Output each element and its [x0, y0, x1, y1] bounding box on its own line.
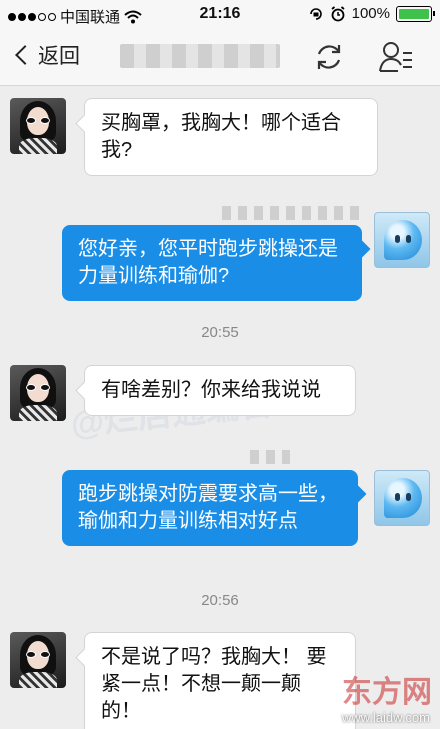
avatar-shop-assistant[interactable] [374, 470, 430, 526]
blurred-sender-name [250, 450, 290, 464]
avatar-customer[interactable] [10, 632, 66, 688]
blurred-contact-name [120, 44, 280, 68]
message-bubble-outgoing[interactable]: 您好亲，您平时跑步跳操还是力量训练和瑜伽? [62, 225, 362, 301]
message-bubble-incoming[interactable]: 有啥差别？你来给我说说 [84, 365, 356, 416]
message-bubble-incoming[interactable]: 买胸罩，我胸大！哪个适合我? [84, 98, 378, 176]
watermark-logo: 东方网 [342, 675, 432, 710]
message-timestamp: 20:55 [201, 324, 239, 341]
battery-icon [396, 5, 435, 22]
avatar-shop-assistant[interactable] [374, 212, 430, 268]
message-timestamp: 20:56 [201, 592, 239, 609]
rotation-lock-icon [309, 7, 322, 20]
avatar-customer[interactable] [10, 365, 66, 421]
nav-bar: 返回 [0, 28, 440, 86]
back-label: 返回 [38, 45, 80, 68]
alarm-icon [331, 5, 345, 21]
status-bar: 中国联通 21:16 100% [0, 0, 440, 28]
message-bubble-outgoing[interactable]: 跑步跳操对防震要求高一些，瑜伽和力量训练相对好点 [62, 470, 358, 546]
message-bubble-incoming[interactable]: 不是说了吗？我胸大！ 要紧一点！不想一颠一颠的！ [84, 632, 356, 729]
profile-menu-icon[interactable] [378, 40, 414, 74]
sync-icon[interactable] [312, 40, 346, 74]
avatar-customer[interactable] [10, 98, 66, 154]
watermark-url: www.laidw.com [341, 710, 430, 725]
status-right: 100% [308, 5, 435, 22]
chat-area[interactable]: @烂店通编台 买胸罩，我胸大！哪个适合我? 您好亲，您平时跑步跳操还是力量训练和… [0, 86, 440, 729]
blurred-sender-name [222, 206, 362, 220]
chevron-left-icon [15, 45, 35, 65]
battery-percent: 100% [351, 5, 390, 22]
back-button[interactable]: 返回 [14, 40, 80, 70]
